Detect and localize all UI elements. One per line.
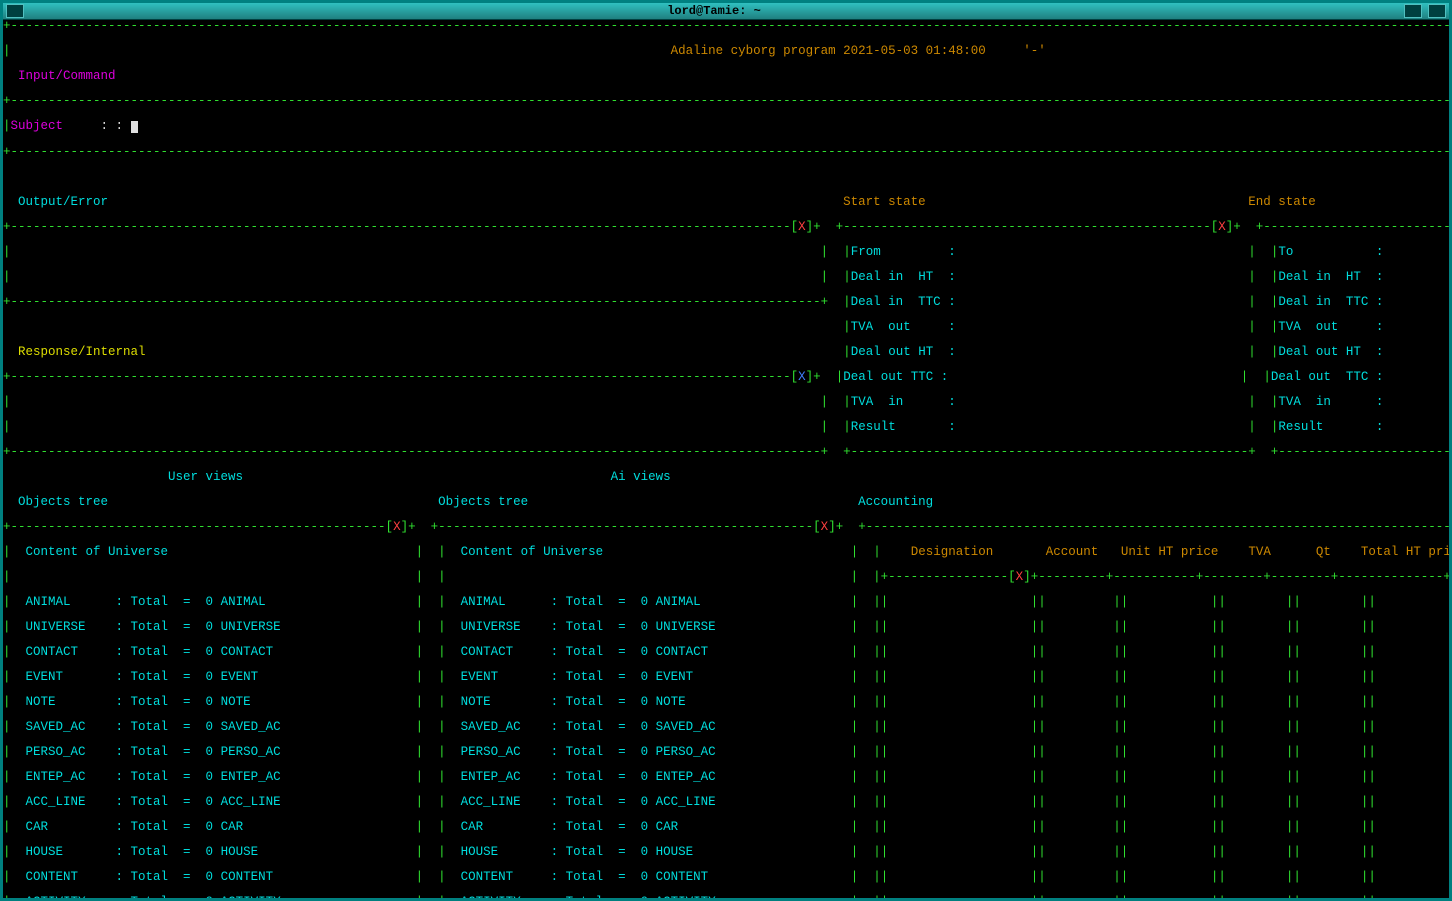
- tree-acct-title: Objects tree Objects tree Accounting: [3, 496, 1449, 509]
- tree-row-6: | PERSO_AC : Total = 0 PERSO_AC | | PERS…: [3, 746, 1449, 759]
- window-titlebar[interactable]: lord@Tamie: ~: [3, 3, 1449, 20]
- input-box-top: +---------------------------------------…: [3, 95, 1449, 108]
- tree-row-7: | ENTEP_AC : Total = 0 ENTEP_AC | | ENTE…: [3, 771, 1449, 784]
- state-row-7: | | |Result : | |Result :: [3, 421, 1449, 434]
- state-row-0: | | |From : | |To :: [3, 246, 1449, 259]
- tree-top: +---------------------------------------…: [3, 521, 1449, 534]
- tree-row-12: | ACTIVITY : Total = 0 ACTIVITY | | ACTI…: [3, 896, 1449, 899]
- state-row-3: |TVA out : | |TVA out : |: [3, 321, 1449, 334]
- state-row-2: +---------------------------------------…: [3, 296, 1449, 309]
- tree-row-0: | ANIMAL : Total = 0 ANIMAL | | ANIMAL :…: [3, 596, 1449, 609]
- minimize-icon[interactable]: [1404, 4, 1422, 18]
- input-prompt-line[interactable]: |Subject : :: [3, 120, 1449, 133]
- tree-row-3: | EVENT : Total = 0 EVENT | | EVENT : To…: [3, 671, 1449, 684]
- window-title: lord@Tamie: ~: [27, 5, 1401, 17]
- state-row-1: | | |Deal in HT : | |Deal in HT :: [3, 271, 1449, 284]
- acct-sep: | | | | |+----------------[X]+---------+…: [3, 571, 1449, 584]
- tree-row-4: | NOTE : Total = 0 NOTE | | NOTE : Total…: [3, 696, 1449, 709]
- tree-row-5: | SAVED_AC : Total = 0 SAVED_AC | | SAVE…: [3, 721, 1449, 734]
- state-row-6: | | |TVA in : | |TVA in :: [3, 396, 1449, 409]
- maximize-icon[interactable]: [1428, 4, 1446, 18]
- cursor: [131, 121, 138, 133]
- state-bottom: +---------------------------------------…: [3, 446, 1449, 459]
- tree-row-1: | UNIVERSE : Total = 0 UNIVERSE | | UNIV…: [3, 621, 1449, 634]
- views-titles: User views Ai views: [3, 471, 1449, 484]
- mid-border-1: +---------------------------------------…: [3, 221, 1449, 234]
- acct-header-row: | Content of Universe | | Content of Uni…: [3, 546, 1449, 559]
- state-row-4: Response/Internal |Deal out HT : | |Deal…: [3, 346, 1449, 359]
- state-row-5: +---------------------------------------…: [3, 371, 1449, 384]
- tree-row-2: | CONTACT : Total = 0 CONTACT | | CONTAC…: [3, 646, 1449, 659]
- section-titles-1: Output/Error Start state End state: [3, 196, 1449, 209]
- header-line: | Adaline cyborg program 2021-05-03 01:4…: [3, 45, 1449, 58]
- tree-row-9: | CAR : Total = 0 CAR | | CAR : Total = …: [3, 821, 1449, 834]
- input-box-bottom: +---------------------------------------…: [3, 146, 1449, 159]
- spacer: [3, 171, 1449, 184]
- tree-row-10: | HOUSE : Total = 0 HOUSE | | HOUSE : To…: [3, 846, 1449, 859]
- terminal-screen[interactable]: +---------------------------------------…: [3, 20, 1449, 898]
- border-top: +---------------------------------------…: [3, 20, 1449, 33]
- tree-row-11: | CONTENT : Total = 0 CONTENT | | CONTEN…: [3, 871, 1449, 884]
- menu-icon[interactable]: [6, 4, 24, 18]
- tree-row-8: | ACC_LINE : Total = 0 ACC_LINE | | ACC_…: [3, 796, 1449, 809]
- input-title: Input/Command: [3, 70, 1449, 83]
